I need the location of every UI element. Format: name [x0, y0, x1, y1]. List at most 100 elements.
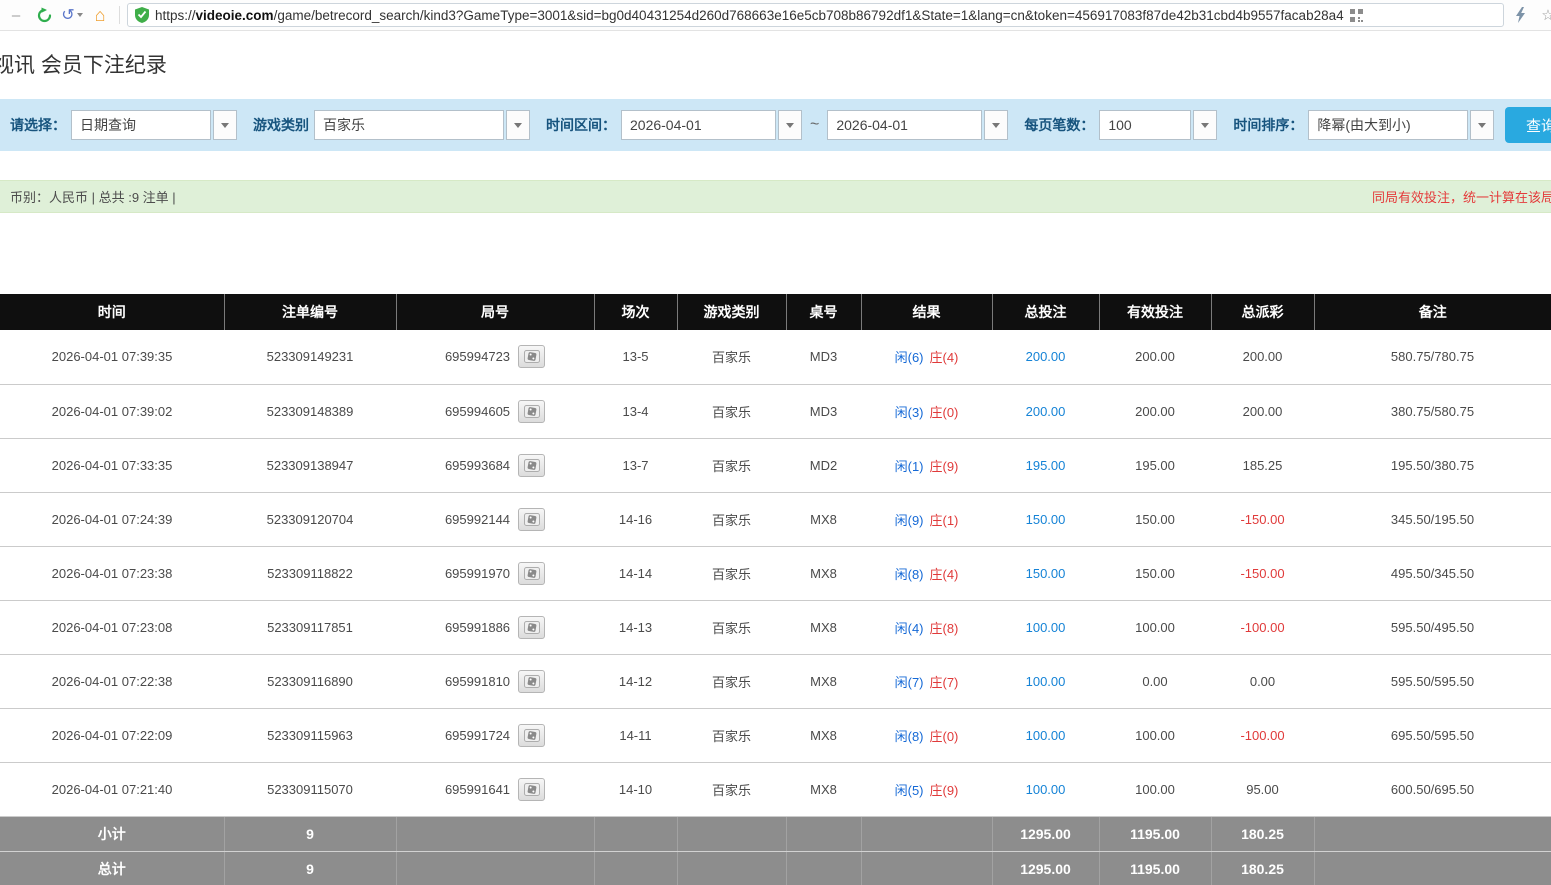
game-type-dropdown-button[interactable]	[506, 110, 530, 140]
cell-round-id: 695994605	[396, 384, 594, 438]
subtotal-empty-cell	[861, 816, 992, 851]
address-bar[interactable]: https://videoie.com/game/betrecord_searc…	[127, 3, 1504, 27]
cell-result: 闲(5)庄(9)	[861, 762, 992, 816]
total-bet-link[interactable]: 150.00	[1026, 566, 1066, 581]
column-header-total-bet: 总投注	[992, 294, 1099, 330]
total-bet-link[interactable]: 200.00	[1026, 349, 1066, 364]
date-from-combo	[621, 110, 802, 140]
round-replay-button[interactable]	[518, 345, 545, 368]
lightning-bolt-icon	[1515, 7, 1526, 23]
game-type-input[interactable]	[314, 110, 504, 140]
cell-bet-id: 523309117851	[224, 600, 396, 654]
cell-total-payout: -150.00	[1211, 492, 1314, 546]
total-bet-link[interactable]: 100.00	[1026, 620, 1066, 635]
round-id-text: 695991724	[445, 728, 510, 743]
result-banker: 庄(8)	[930, 621, 959, 636]
cell-result: 闲(3)庄(0)	[861, 384, 992, 438]
cell-total-bet: 150.00	[992, 492, 1099, 546]
cell-remark: 595.50/495.50	[1314, 600, 1551, 654]
cell-round-id: 695991641	[396, 762, 594, 816]
total-bet-link[interactable]: 100.00	[1026, 782, 1066, 797]
round-replay-button[interactable]	[518, 508, 545, 531]
chevron-down-icon	[992, 123, 1000, 128]
back-icon[interactable]: –	[4, 3, 28, 27]
total-bet-link[interactable]: 150.00	[1026, 512, 1066, 527]
date-from-input[interactable]	[621, 110, 776, 140]
undo-dropdown-caret-icon[interactable]	[77, 13, 83, 17]
cell-total-payout: -100.00	[1211, 708, 1314, 762]
date-to-combo	[827, 110, 1008, 140]
query-type-input[interactable]	[71, 110, 211, 140]
qr-code-icon[interactable]	[1350, 9, 1363, 22]
total-bet-link[interactable]: 200.00	[1026, 404, 1066, 419]
table-row: 2026-04-01 07:23:38 523309118822 6959919…	[0, 546, 1551, 600]
result-banker: 庄(9)	[930, 783, 959, 798]
date-to-input[interactable]	[827, 110, 982, 140]
result-banker: 庄(0)	[930, 729, 959, 744]
cell-round-id: 695992144	[396, 492, 594, 546]
grand-total-label: 总计	[0, 851, 224, 885]
cell-total-payout: 95.00	[1211, 762, 1314, 816]
cell-game-type: 百家乐	[677, 384, 786, 438]
result-banker: 庄(9)	[930, 459, 959, 474]
dice-image-icon	[524, 459, 540, 472]
undo-icon[interactable]: ↺	[60, 3, 84, 27]
cell-round-id: 695994723	[396, 330, 594, 384]
round-replay-button[interactable]	[518, 400, 545, 423]
grand-total-empty-cell	[677, 851, 786, 885]
search-button[interactable]: 查询	[1505, 107, 1551, 143]
total-bet-link[interactable]: 195.00	[1026, 458, 1066, 473]
home-icon[interactable]: ⌂	[88, 3, 112, 27]
result-player: 闲(9)	[895, 513, 924, 528]
cell-result: 闲(1)庄(9)	[861, 438, 992, 492]
cell-time: 2026-04-01 07:23:08	[0, 600, 224, 654]
cell-table-no: MX8	[786, 600, 861, 654]
cell-game-type: 百家乐	[677, 492, 786, 546]
page-title: 视讯 会员下注纪录	[0, 53, 1551, 79]
column-header-table-no: 桌号	[786, 294, 861, 330]
date-from-dropdown-button[interactable]	[778, 110, 802, 140]
page-size-input[interactable]	[1099, 110, 1191, 140]
cell-remark: 345.50/195.50	[1314, 492, 1551, 546]
round-replay-button[interactable]	[518, 616, 545, 639]
query-type-label: 请选择：	[10, 115, 66, 135]
round-replay-button[interactable]	[518, 454, 545, 477]
cell-total-bet: 100.00	[992, 762, 1099, 816]
round-replay-button[interactable]	[518, 778, 545, 801]
column-header-game-type: 游戏类别	[677, 294, 786, 330]
round-replay-button[interactable]	[518, 670, 545, 693]
total-bet-link[interactable]: 100.00	[1026, 674, 1066, 689]
result-banker: 庄(4)	[930, 350, 959, 365]
result-player: 闲(6)	[895, 350, 924, 365]
grand-total-empty-cell	[861, 851, 992, 885]
round-replay-button[interactable]	[518, 724, 545, 747]
total-bet-link[interactable]: 100.00	[1026, 728, 1066, 743]
query-type-dropdown-button[interactable]	[213, 110, 237, 140]
toolbar-separator	[119, 6, 120, 24]
star-icon[interactable]: ☆	[1536, 3, 1551, 27]
cell-remark: 600.50/695.50	[1314, 762, 1551, 816]
subtotal-valid-bet: 1195.00	[1099, 816, 1211, 851]
sort-order-dropdown-button[interactable]	[1470, 110, 1494, 140]
cell-round-id: 695991724	[396, 708, 594, 762]
cell-valid-bet: 150.00	[1099, 546, 1211, 600]
cell-total-bet: 150.00	[992, 546, 1099, 600]
grand-total-empty-cell	[396, 851, 594, 885]
sort-order-input[interactable]	[1308, 110, 1468, 140]
date-range-separator: ~	[810, 116, 819, 134]
bet-table-body: 2026-04-01 07:39:35 523309149231 6959947…	[0, 330, 1551, 816]
url-text: https://videoie.com/game/betrecord_searc…	[155, 8, 1344, 23]
result-banker: 庄(7)	[930, 675, 959, 690]
round-replay-button[interactable]	[518, 562, 545, 585]
lightning-icon[interactable]	[1508, 3, 1532, 27]
refresh-icon[interactable]	[32, 3, 56, 27]
round-id-text: 695991970	[445, 566, 510, 581]
cell-session: 14-10	[594, 762, 677, 816]
cell-bet-id: 523309120704	[224, 492, 396, 546]
page-size-dropdown-button[interactable]	[1193, 110, 1217, 140]
cell-total-payout: 0.00	[1211, 654, 1314, 708]
chevron-down-icon	[221, 123, 229, 128]
dice-image-icon	[524, 675, 540, 688]
date-to-dropdown-button[interactable]	[984, 110, 1008, 140]
cell-bet-id: 523309115070	[224, 762, 396, 816]
